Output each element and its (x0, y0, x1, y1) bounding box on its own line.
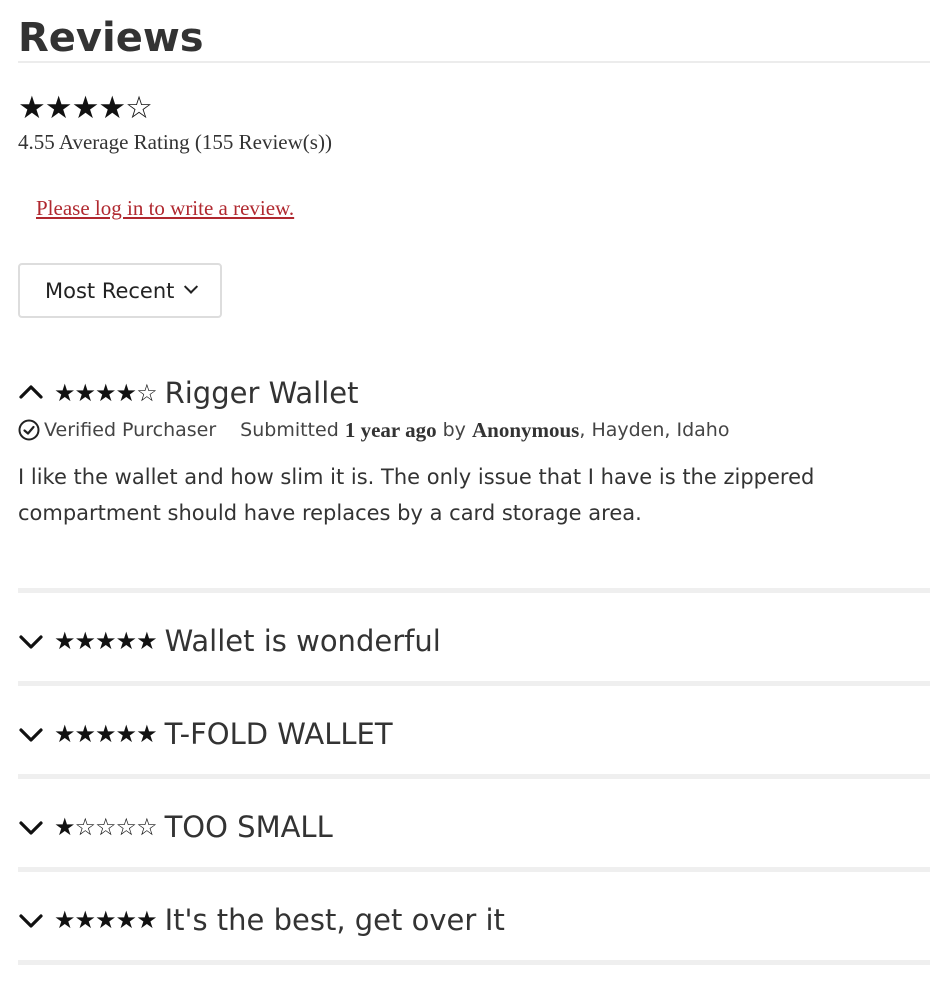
login-to-review-link[interactable]: Please log in to write a review. (36, 194, 294, 222)
review-divider (18, 681, 930, 686)
review-location: , Hayden, Idaho (579, 419, 730, 441)
review-title: It's the best, get over it (164, 903, 505, 937)
review-title: Wallet is wonderful (164, 624, 441, 658)
by-label: by (442, 419, 466, 441)
review-body: I like the wallet and how slim it is. Th… (18, 465, 815, 525)
review-meta: Verified Purchaser Submitted 1 year ago … (18, 417, 729, 443)
average-rating-text: 4.55 Average Rating (155 Review(s)) (18, 130, 332, 154)
review-header[interactable]: ★★★★★ Wallet is wonderful (18, 621, 441, 661)
review-header[interactable]: ★★★★☆ Rigger Wallet (18, 373, 359, 413)
review-divider (18, 960, 930, 965)
check-circle-icon (18, 419, 40, 441)
sort-selected-label: Most Recent (45, 278, 175, 303)
reviews-heading: Reviews (18, 15, 204, 61)
review-stars: ★★★★★ (54, 720, 158, 748)
review-title: Rigger Wallet (164, 376, 359, 410)
review-header[interactable]: ★★★★★ It's the best, get over it (18, 900, 505, 940)
chevron-down-icon[interactable] (18, 907, 44, 933)
review-stars: ★★★★★ (54, 627, 158, 655)
chevron-up-icon[interactable] (18, 380, 44, 406)
average-rating-stars: ★★★★☆ (18, 90, 153, 126)
review-divider (18, 774, 930, 779)
review-stars: ★★★★★ (54, 906, 158, 934)
review-header[interactable]: ★★★★★ T-FOLD WALLET (18, 714, 393, 754)
review-author: Anonymous (471, 417, 580, 442)
review-divider (18, 588, 930, 593)
review-stars: ★☆☆☆☆ (54, 813, 158, 841)
review-stars: ★★★★☆ (54, 379, 158, 407)
sort-dropdown[interactable]: Most Recent (18, 263, 222, 318)
heading-divider (18, 61, 930, 63)
chevron-down-icon[interactable] (18, 628, 44, 654)
chevron-down-icon[interactable] (18, 721, 44, 747)
review-divider (18, 867, 930, 872)
submitted-time: 1 year ago (344, 417, 437, 442)
submitted-label: Submitted (240, 419, 339, 441)
review-title: T-FOLD WALLET (164, 717, 393, 751)
chevron-down-icon (184, 279, 199, 294)
review-title: TOO SMALL (164, 810, 333, 844)
review-header[interactable]: ★☆☆☆☆ TOO SMALL (18, 807, 333, 847)
chevron-down-icon[interactable] (18, 814, 44, 840)
verified-purchaser-label: Verified Purchaser (44, 419, 217, 441)
